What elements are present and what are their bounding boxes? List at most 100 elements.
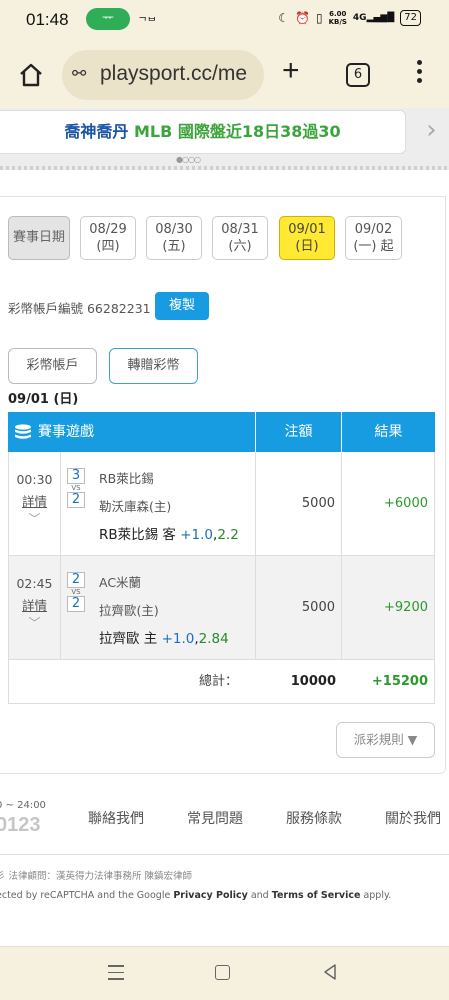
- promo-record: MLB 國際盤近18日38過30: [133, 122, 341, 141]
- day-text: (一) 起: [353, 239, 394, 254]
- database-icon: [15, 424, 31, 439]
- pick-handicap: +1.0: [161, 631, 195, 647]
- system-nav-bar: [0, 946, 449, 1000]
- footer-link-contact[interactable]: 聯絡我們: [88, 808, 144, 828]
- footer-link-terms[interactable]: 服務條款: [286, 808, 342, 828]
- new-tab-button[interactable]: +: [282, 56, 300, 86]
- day-text: (五): [162, 239, 186, 254]
- promo-link[interactable]: 喬神喬丹 MLB 國際盤近18日38過30: [0, 110, 406, 154]
- header-result: 結果: [341, 412, 435, 452]
- date-button-0901[interactable]: 09/01 (日): [279, 216, 335, 260]
- row-game-cell: 2 VS 2 AC米蘭 拉齊歐(主) 拉齊歐 主 +1.0,2.84: [61, 556, 256, 659]
- footer-link-about[interactable]: 關於我們: [385, 808, 441, 828]
- row-time-cell: 02:45 詳情 ﹀: [9, 556, 61, 659]
- url-bar[interactable]: ⚯ playsport.cc/me: [62, 50, 264, 100]
- promo-banner: 喬神喬丹 MLB 國際盤近18日38過30 › ●○○○: [0, 108, 449, 170]
- header-game: 賽事遊戲: [14, 412, 94, 452]
- browser-toolbar: ⚯ playsport.cc/me + 6: [0, 40, 449, 108]
- total-stake: 10000: [290, 674, 336, 689]
- status-time: 01:48: [26, 10, 69, 29]
- row-stake: 5000: [256, 452, 342, 555]
- status-icons: ☾ ⏰ ▯ 6.00 KB/S 4G▂▄▆█ 72: [278, 10, 421, 26]
- pick-team: RB萊比錫 客: [99, 527, 176, 543]
- vibrate-icon: ▯: [315, 11, 323, 25]
- pick-handicap: +1.0: [180, 527, 214, 543]
- account-number: 彩幣帳戶編號 66282231: [8, 301, 151, 316]
- table-header: 賽事遊戲 注額 結果: [8, 412, 435, 452]
- match-time: 02:45: [16, 576, 53, 591]
- match-score: 2 VS 2: [67, 572, 85, 612]
- detail-link[interactable]: 詳情: [9, 491, 60, 510]
- detail-link[interactable]: 詳情: [9, 595, 60, 614]
- team-away: AC米蘭: [99, 575, 142, 590]
- battery-indicator: 72: [400, 10, 421, 26]
- date-button-0831[interactable]: 08/31 (六): [212, 216, 268, 260]
- chevron-right-icon[interactable]: ›: [414, 112, 449, 152]
- current-date: 09/01 (日): [8, 392, 79, 407]
- date-text: 08/29: [89, 222, 127, 237]
- web-page: 喬神喬丹 MLB 國際盤近18日38過30 › ●○○○ 賽事日期 08/29 …: [0, 108, 449, 946]
- score-home: 2: [67, 492, 85, 508]
- status-bar: 01:48 ᅲ ᄀᄇ ☾ ⏰ ▯ 6.00 KB/S 4G▂▄▆█ 72: [0, 0, 449, 40]
- pick-odds: 2.2: [217, 527, 239, 543]
- payout-rules-button[interactable]: 派彩規則 ▼: [336, 722, 435, 758]
- date-button-0902[interactable]: 09/02 (一) 起: [345, 216, 402, 260]
- chevron-down-icon[interactable]: ﹀: [9, 614, 60, 631]
- recaptcha-notice: ected by reCAPTCHA and the Google Privac…: [0, 890, 391, 901]
- total-result: +15200: [371, 674, 428, 689]
- promo-expert: 喬神喬丹: [64, 122, 129, 141]
- network-speed: 6.00 KB/S: [329, 10, 347, 26]
- day-text: (日): [295, 239, 319, 254]
- date-button-0830[interactable]: 08/30 (五): [146, 216, 202, 260]
- row-time-cell: 00:30 詳情 ﹀: [9, 452, 61, 555]
- more-menu-icon[interactable]: [409, 58, 429, 88]
- tab-switcher-button[interactable]: 6: [346, 63, 370, 87]
- carousel-dots: ●○○○: [176, 155, 201, 164]
- row-result: +9200: [384, 600, 428, 615]
- date-text: 08/31: [221, 222, 259, 237]
- row-stake: 5000: [256, 556, 342, 659]
- total-label: 總計：: [199, 674, 239, 689]
- captcha-text: ected by reCAPTCHA and the Google: [0, 890, 171, 901]
- terms-of-service-link[interactable]: Terms of Service: [272, 890, 361, 901]
- speed-unit: KB/S: [328, 18, 347, 26]
- notification-icon: ᄀᄇ: [138, 17, 157, 28]
- privacy-policy-link[interactable]: Privacy Policy: [173, 890, 247, 901]
- date-text: 08/30: [155, 222, 193, 237]
- bet-pick: RB萊比錫 客 +1.0,2.2: [99, 527, 239, 543]
- team-home: 拉齊歐(主): [99, 603, 159, 618]
- alarm-icon: ⏰: [295, 11, 310, 25]
- day-text: (四): [96, 239, 120, 254]
- footer-divider: [0, 854, 449, 855]
- site-footer: 0 ~ 24:00 0123 聯絡我們 常見問題 服務條款 關於我們 彡 法律顧…: [0, 776, 449, 946]
- network-type: 4G: [352, 13, 367, 23]
- date-text: 09/01: [288, 222, 326, 237]
- tab-wallet[interactable]: 彩幣帳戶: [8, 348, 97, 384]
- pick-team: 拉齊歐 主: [99, 631, 158, 647]
- captcha-and: and: [250, 890, 269, 901]
- footer-link-faq[interactable]: 常見問題: [187, 808, 243, 828]
- chevron-down-icon[interactable]: ﹀: [9, 510, 60, 527]
- home-icon[interactable]: [18, 62, 44, 88]
- date-filter-label: 賽事日期: [8, 216, 70, 260]
- back-icon[interactable]: [322, 963, 338, 981]
- table-row: 02:45 詳情 ﹀ 2 VS 2 AC米蘭 拉齊歐(主) 拉齊歐 主 +1.0…: [8, 556, 435, 660]
- wifi-hotspot-badge: ᅲ: [86, 8, 130, 30]
- total-row: 總計： 10000 +15200: [8, 660, 435, 704]
- match-score: 3 VS 2: [67, 468, 85, 508]
- url-text[interactable]: playsport.cc/me: [100, 62, 247, 86]
- team-away: RB萊比錫: [99, 471, 154, 486]
- recents-icon[interactable]: [108, 965, 124, 985]
- row-game-cell: 3 VS 2 RB萊比錫 勒沃庫森(主) RB萊比錫 客 +1.0,2.2: [61, 452, 256, 555]
- captcha-suffix: apply.: [363, 890, 392, 901]
- header-game-label: 賽事遊戲: [38, 424, 94, 440]
- header-stake: 注額: [255, 412, 341, 452]
- date-button-0829[interactable]: 08/29 (四): [80, 216, 136, 260]
- site-settings-icon[interactable]: ⚯: [72, 64, 86, 84]
- score-home: 2: [67, 596, 85, 612]
- tab-gift[interactable]: 轉贈彩幣: [109, 348, 198, 384]
- home-nav-icon[interactable]: [215, 965, 230, 980]
- vs-label: VS: [71, 588, 81, 596]
- copy-button[interactable]: 複製: [155, 292, 209, 320]
- score-away: 3: [67, 468, 85, 484]
